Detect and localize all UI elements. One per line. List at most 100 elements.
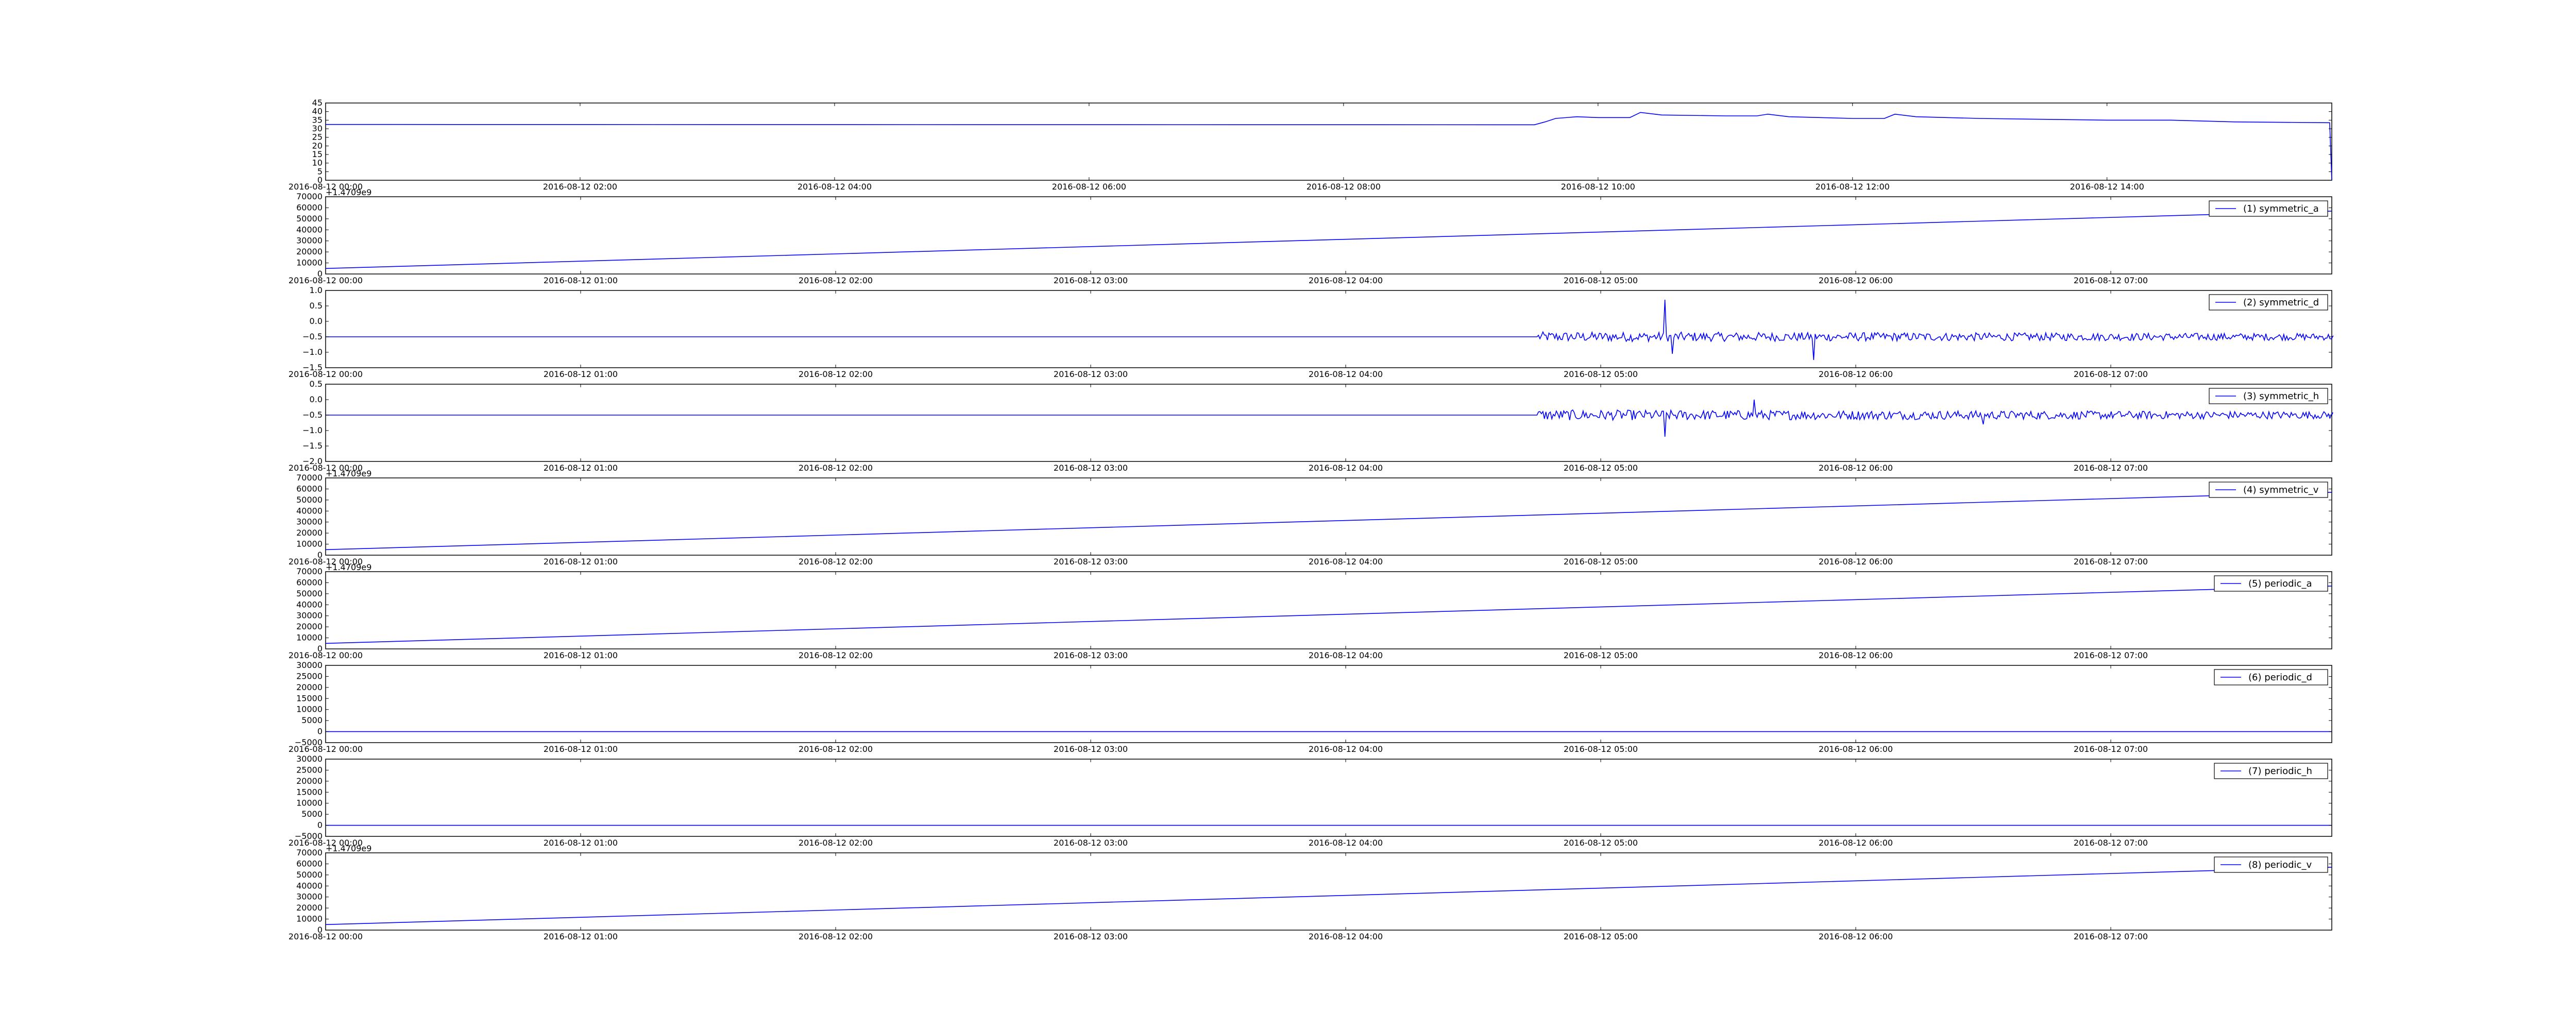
y-tick-label: 10000 (296, 798, 323, 808)
x-tick-label: 2016-08-12 07:00 (2074, 932, 2148, 941)
y-tick-label: 40 (312, 107, 323, 116)
x-tick-label: 2016-08-12 03:00 (1054, 557, 1128, 566)
y-tick-label: 10000 (296, 539, 323, 549)
y-tick-label: 30000 (296, 660, 323, 670)
legend: (3) symmetric_h (2209, 388, 2328, 404)
legend: (6) periodic_d (2214, 669, 2328, 685)
x-tick-label: 2016-08-12 00:00 (289, 932, 363, 941)
x-tick-label: 2016-08-12 07:00 (2074, 744, 2148, 754)
y-tick-label: 45 (312, 98, 323, 108)
offset-text: +1.4709e9 (326, 562, 371, 572)
x-tick-label: 2016-08-12 07:00 (2074, 276, 2148, 285)
x-tick-label: 2016-08-12 00:00 (289, 744, 363, 754)
y-tick-label: 0.5 (310, 301, 323, 311)
x-tick-label: 2016-08-12 02:00 (799, 369, 873, 379)
axes-frame (325, 477, 2332, 556)
x-tick-label: 2016-08-12 07:00 (2074, 557, 2148, 566)
x-tick-label: 2016-08-12 02:00 (799, 463, 873, 473)
x-tick-label: 2016-08-12 07:00 (2074, 650, 2148, 660)
legend-label: (2) symmetric_d (2243, 297, 2319, 308)
legend-label: (7) periodic_h (2248, 766, 2312, 777)
x-tick-label: 2016-08-12 06:00 (1819, 369, 1893, 379)
x-tick-label: 2016-08-12 00:00 (289, 650, 363, 660)
y-tick-label: 40000 (296, 225, 323, 234)
legend-label: (1) symmetric_a (2243, 203, 2319, 214)
x-tick-label: 2016-08-12 06:00 (1819, 557, 1893, 566)
y-tick-label: 35 (312, 115, 323, 125)
x-tick-label: 2016-08-12 02:00 (799, 276, 873, 285)
y-tick-label: 20000 (296, 903, 323, 913)
axes-frame (325, 852, 2332, 931)
legend-label: (6) periodic_d (2248, 672, 2312, 683)
y-tick-label: 15000 (296, 787, 323, 797)
y-tick-label: 50000 (296, 589, 323, 598)
y-tick-label: 25 (312, 132, 323, 142)
x-tick-label: 2016-08-12 00:00 (289, 276, 363, 285)
x-tick-label: 2016-08-12 01:00 (544, 276, 618, 285)
x-tick-label: 2016-08-12 03:00 (1054, 650, 1128, 660)
y-tick-label: 15 (312, 149, 323, 159)
x-tick-label: 2016-08-12 06:00 (1819, 650, 1893, 660)
y-tick-label: −1.0 (302, 425, 323, 435)
axes-frame (325, 102, 2332, 181)
offset-text: +1.4709e9 (326, 469, 371, 478)
y-tick-label: 0.0 (310, 394, 323, 404)
y-tick-label: 30000 (296, 517, 323, 527)
x-tick-label: 2016-08-12 07:00 (2074, 463, 2148, 473)
legend: (8) periodic_v (2214, 856, 2328, 873)
y-tick-label: 30000 (296, 611, 323, 621)
x-tick-label: 2016-08-12 04:00 (1309, 650, 1383, 660)
y-tick-label: 60000 (296, 202, 323, 212)
y-tick-label: 20000 (296, 247, 323, 256)
y-tick-label: 60000 (296, 577, 323, 587)
y-tick-label: 20000 (296, 622, 323, 631)
x-tick-label: 2016-08-12 06:00 (1819, 276, 1893, 285)
legend: (2) symmetric_d (2209, 294, 2328, 311)
x-tick-label: 2016-08-12 04:00 (1309, 932, 1383, 941)
x-tick-label: 2016-08-12 06:00 (1819, 744, 1893, 754)
x-tick-label: 2016-08-12 03:00 (1054, 744, 1128, 754)
y-tick-label: 10000 (296, 705, 323, 714)
axes-frame (325, 384, 2332, 462)
x-tick-label: 2016-08-12 01:00 (544, 369, 618, 379)
x-tick-label: 2016-08-12 06:00 (1819, 932, 1893, 941)
y-tick-label: 0.5 (310, 379, 323, 389)
x-tick-label: 2016-08-12 01:00 (544, 463, 618, 473)
y-tick-label: 0 (317, 727, 323, 736)
y-tick-label: 20000 (296, 776, 323, 786)
subplot-2: −1.5−1.0−0.50.00.51.02016-08-12 00:00 201… (289, 285, 2334, 379)
y-tick-label: 40000 (296, 599, 323, 609)
y-tick-label: −1.5 (302, 441, 323, 451)
legend-label: (4) symmetric_v (2243, 485, 2319, 495)
x-tick-label: 2016-08-12 06:00 (1052, 182, 1126, 192)
x-tick-label: 2016-08-12 05:00 (1564, 838, 1638, 848)
x-tick-label: 2016-08-12 05:00 (1564, 369, 1638, 379)
y-tick-label: −1.0 (302, 347, 323, 357)
x-tick-label: 2016-08-12 10:00 (1561, 182, 1635, 192)
y-tick-label: 10000 (296, 914, 323, 924)
subplot-1: 0100002000030000400005000060000700002016… (289, 187, 2332, 285)
x-tick-label: 2016-08-12 03:00 (1054, 932, 1128, 941)
x-tick-label: 2016-08-12 04:00 (798, 182, 872, 192)
x-tick-label: 2016-08-12 04:00 (1309, 838, 1383, 848)
x-tick-label: 2016-08-12 02:00 (799, 650, 873, 660)
x-tick-label: 2016-08-12 05:00 (1564, 650, 1638, 660)
legend: (4) symmetric_v (2209, 482, 2328, 498)
y-tick-label: 50000 (296, 495, 323, 505)
y-tick-label: 30000 (296, 754, 323, 764)
y-tick-label: 30 (312, 124, 323, 133)
x-tick-label: 2016-08-12 02:00 (799, 744, 873, 754)
y-tick-label: −0.5 (302, 332, 323, 341)
axes-frame (325, 759, 2332, 837)
y-tick-label: 50000 (296, 214, 323, 224)
x-tick-label: 2016-08-12 04:00 (1309, 369, 1383, 379)
x-tick-label: 2016-08-12 07:00 (2074, 838, 2148, 848)
x-tick-label: 2016-08-12 06:00 (1819, 463, 1893, 473)
x-tick-label: 2016-08-12 04:00 (1309, 276, 1383, 285)
y-tick-label: 0.0 (310, 316, 323, 326)
y-tick-label: 15000 (296, 693, 323, 703)
figure: 0 51015202530354045 2016-08-12 00:00 2016-0… (289, 98, 2334, 941)
x-tick-label: 2016-08-12 04:00 (1309, 557, 1383, 566)
y-tick-label: 30000 (296, 892, 323, 902)
y-tick-label: 70000 (296, 192, 323, 201)
